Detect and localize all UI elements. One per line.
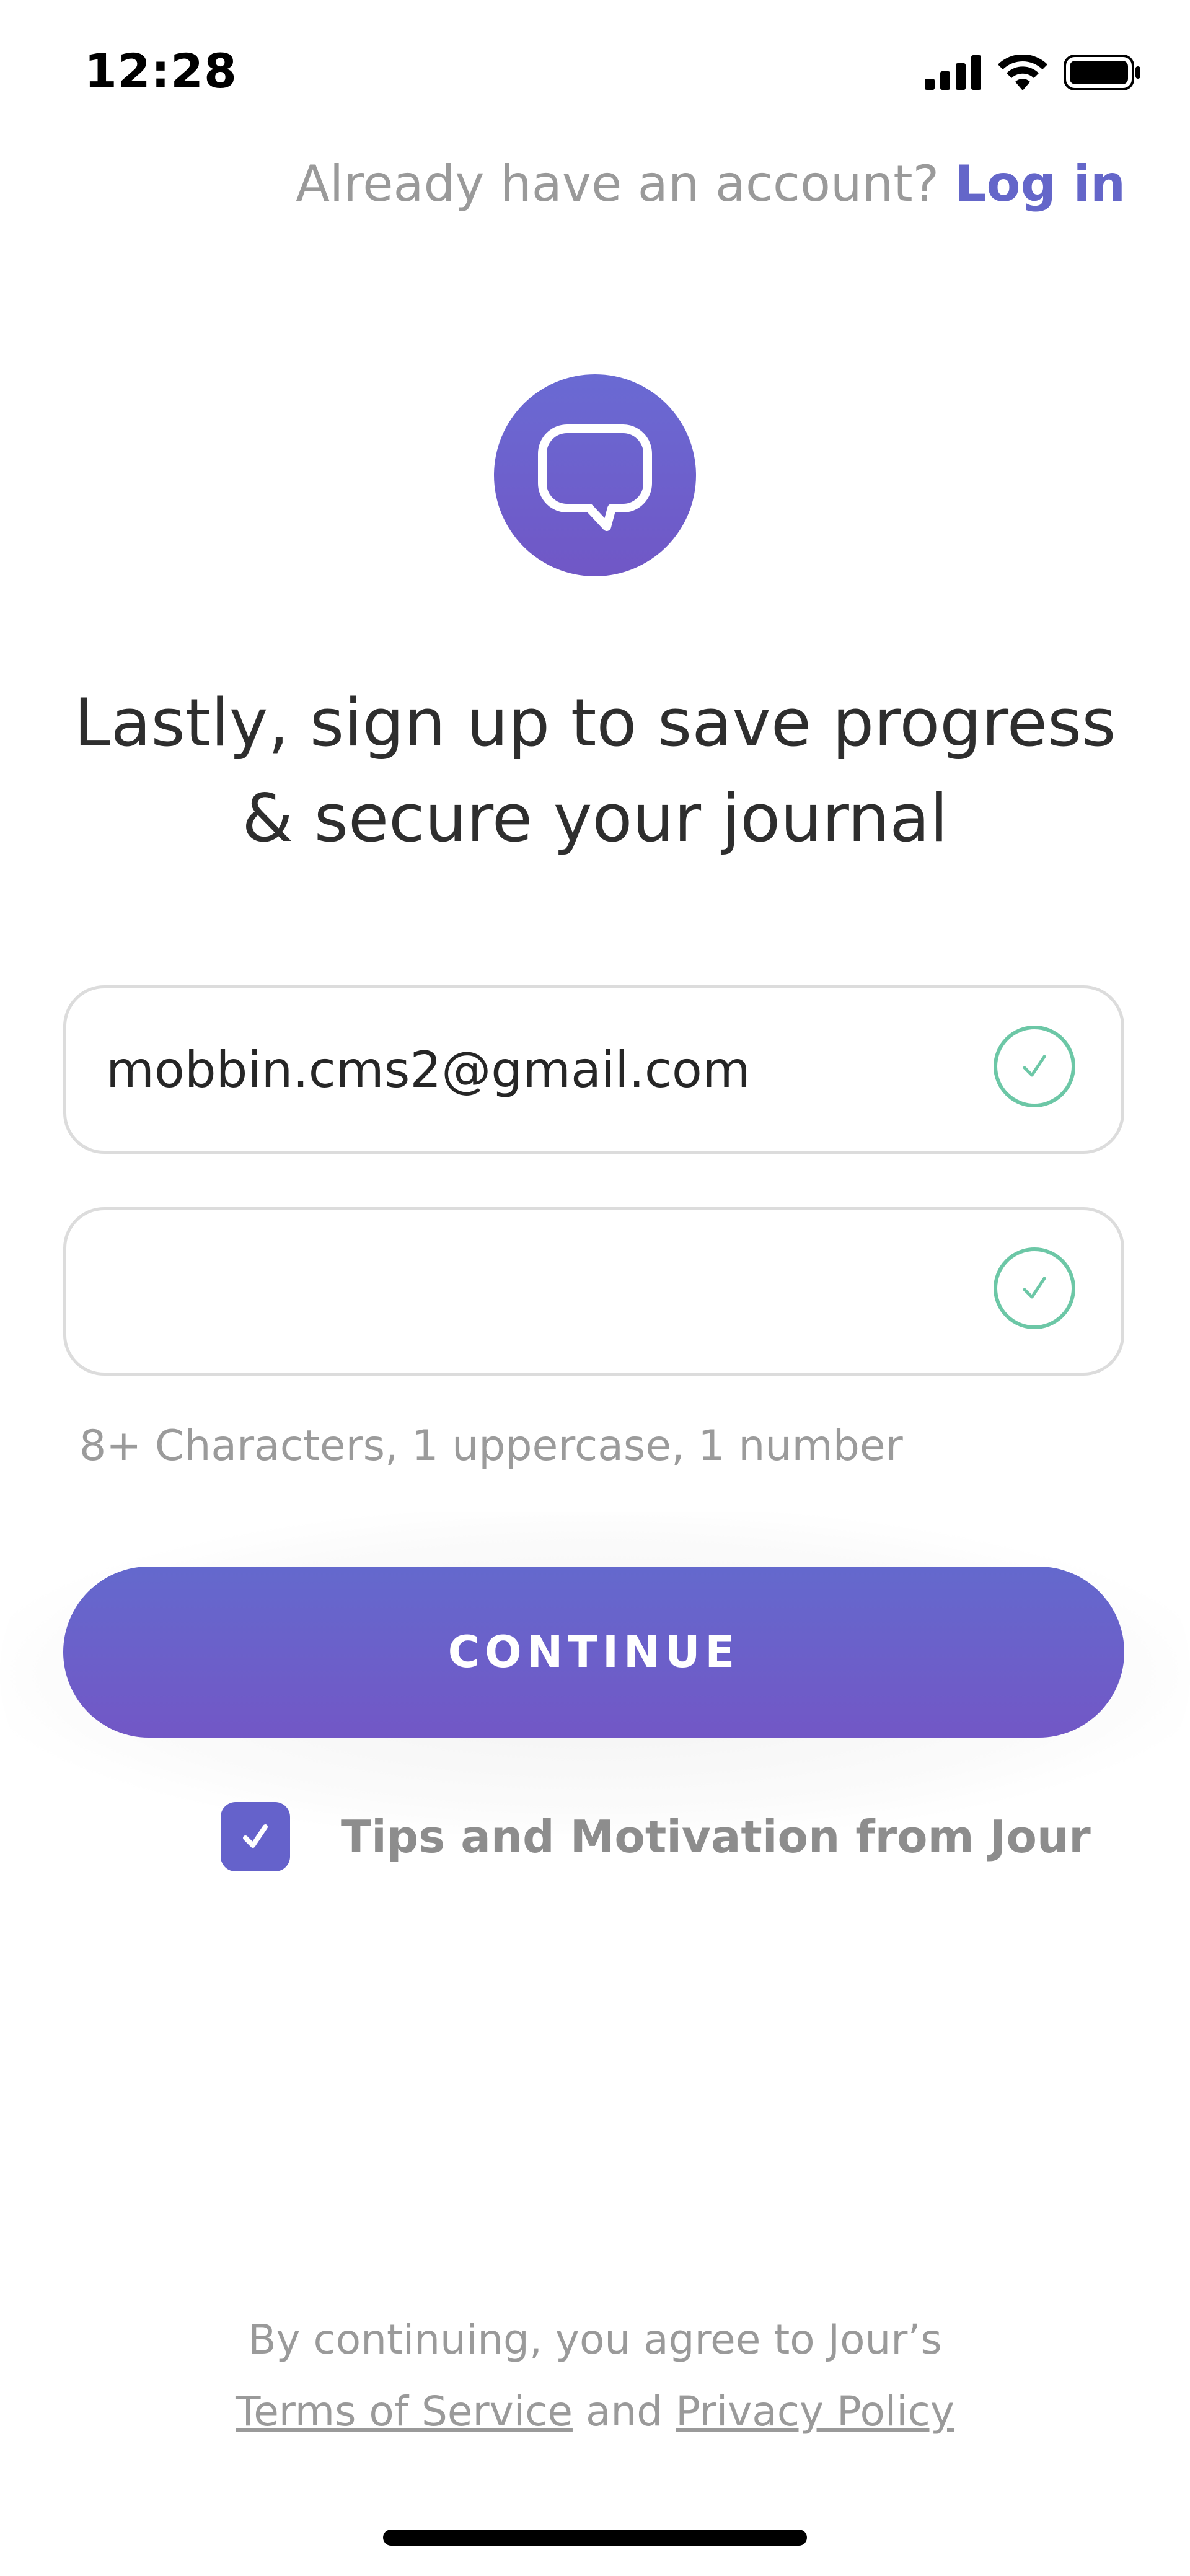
legal-text: By continuing, you agree to Jour’s <box>248 2316 942 2363</box>
status-icons <box>925 51 1142 94</box>
newsletter-label: Tips and Motivation from Jour <box>341 1811 1091 1863</box>
login-prompt-row: Already have an account? Log in <box>296 155 1126 213</box>
legal-footer: By continuing, you agree to Jour’s Terms… <box>0 2304 1190 2448</box>
page-title: Lastly, sign up to save progress & secur… <box>0 675 1190 866</box>
email-value: mobbin.cms2@gmail.com <box>106 1040 751 1099</box>
checkmark-icon <box>243 1824 268 1848</box>
terms-link[interactable]: Terms of Service <box>236 2388 573 2435</box>
wifi-icon <box>998 55 1047 90</box>
title-line-2: & secure your journal <box>242 780 948 856</box>
email-valid-check-icon <box>994 1026 1075 1107</box>
battery-icon <box>1064 55 1140 90</box>
password-valid-check-icon <box>994 1247 1075 1329</box>
app-logo <box>494 374 696 576</box>
continue-button[interactable]: CONTINUE <box>63 1567 1124 1738</box>
login-prompt-text: Already have an account? <box>296 155 940 213</box>
newsletter-checkbox[interactable] <box>221 1802 290 1871</box>
legal-links-row: Terms of Service and Privacy Policy <box>0 2376 1190 2448</box>
speech-bubble-icon <box>538 424 652 531</box>
home-indicator <box>383 2530 807 2546</box>
password-field[interactable] <box>63 1207 1124 1376</box>
signup-screen: 12:28 Already have an account? Log in La… <box>0 0 1190 2576</box>
status-time: 12:28 <box>84 43 237 99</box>
email-field[interactable]: mobbin.cms2@gmail.com <box>63 985 1124 1154</box>
privacy-link[interactable]: Privacy Policy <box>676 2388 954 2435</box>
cellular-signal-icon <box>925 55 981 90</box>
legal-and: and <box>585 2388 663 2435</box>
password-hint: 8+ Characters, 1 uppercase, 1 number <box>79 1422 903 1470</box>
title-line-1: Lastly, sign up to save progress <box>74 685 1116 761</box>
login-link[interactable]: Log in <box>955 155 1126 213</box>
